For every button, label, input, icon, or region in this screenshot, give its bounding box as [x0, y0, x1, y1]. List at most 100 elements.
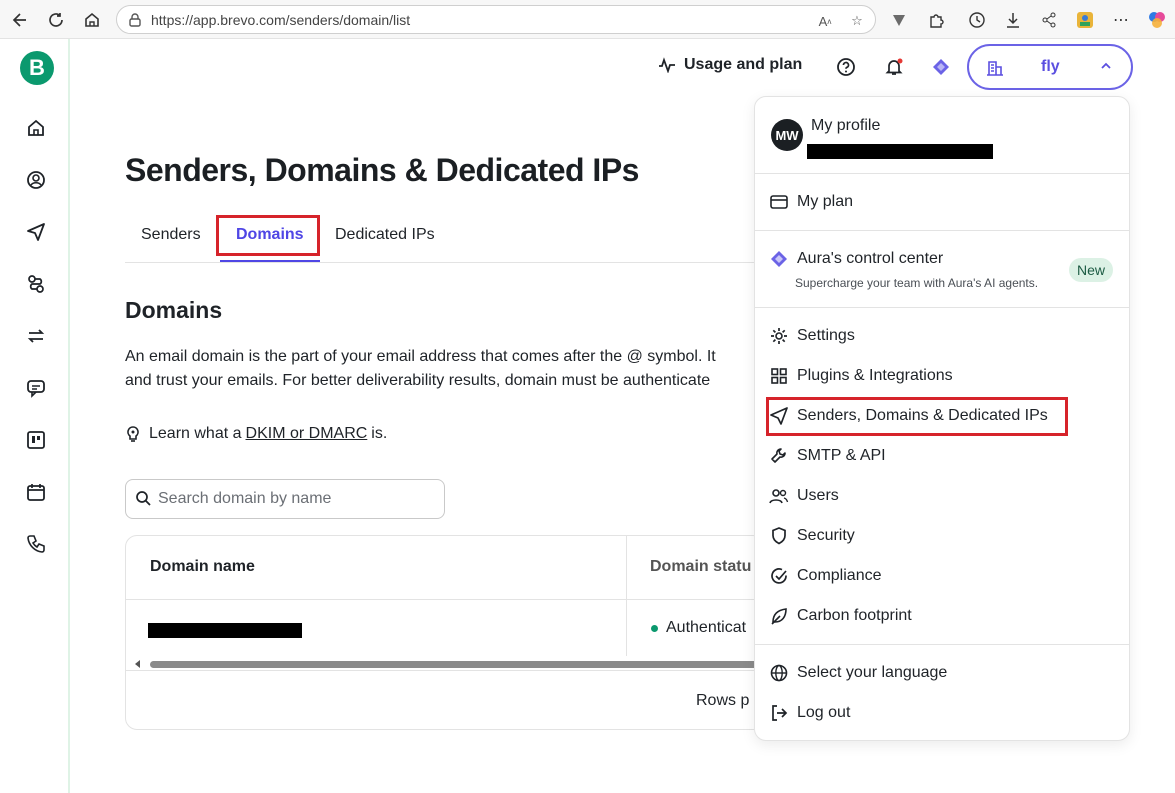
scrollbar-thumb[interactable]: [150, 661, 764, 668]
home-browser-icon[interactable]: [80, 8, 104, 32]
account-menu-button[interactable]: fly: [967, 44, 1133, 90]
shield-icon: [769, 526, 789, 546]
menu-divider: [755, 307, 1129, 308]
column-header-domain-name[interactable]: Domain name: [150, 558, 255, 576]
menu-divider: [755, 230, 1129, 231]
compliance-label: Compliance: [797, 567, 882, 584]
address-bar[interactable]: https://app.brevo.com/senders/domain/lis…: [116, 5, 876, 34]
avatar: MW: [771, 119, 803, 151]
header-divider: [126, 599, 764, 600]
read-aloud-icon[interactable]: Aʌ: [815, 12, 835, 30]
scroll-left-arrow-icon[interactable]: [134, 659, 142, 669]
menu-item-aura-control-center[interactable]: Aura's control center: [769, 248, 943, 270]
redacted-email: [807, 144, 993, 159]
meetings-icon[interactable]: [24, 480, 48, 504]
usage-and-plan-link[interactable]: Usage and plan: [658, 56, 802, 74]
tab-senders[interactable]: Senders: [141, 226, 201, 244]
reload-icon[interactable]: [44, 8, 68, 32]
menu-item-security[interactable]: Security: [769, 525, 855, 547]
aura-diamond-icon[interactable]: [930, 56, 952, 78]
url-text: https://app.brevo.com/senders/domain/lis…: [151, 12, 411, 28]
new-badge: New: [1069, 258, 1114, 282]
check-circle-icon: [769, 566, 789, 586]
brevo-logo[interactable]: B: [20, 51, 54, 85]
settings-label: Settings: [797, 327, 855, 344]
page-title: Senders, Domains & Dedicated IPs: [125, 152, 639, 188]
history-icon[interactable]: [966, 9, 988, 31]
aura-diamond-icon: [769, 249, 789, 269]
menu-item-select-language[interactable]: Select your language: [769, 662, 947, 684]
language-label: Select your language: [797, 664, 948, 681]
learn-prefix: Learn what a: [149, 425, 242, 442]
highlight-box-senders-menu: [766, 397, 1068, 436]
menu-item-carbon-footprint[interactable]: Carbon footprint: [769, 605, 912, 627]
account-name: fly: [1041, 58, 1060, 75]
app-sidebar: B: [0, 39, 70, 793]
domain-status-cell: Authenticat: [651, 619, 746, 637]
grid-icon: [769, 366, 789, 386]
highlight-box-domains-tab: [216, 215, 320, 256]
menu-item-my-plan[interactable]: My plan: [769, 191, 853, 213]
horizontal-scrollbar[interactable]: [134, 659, 764, 669]
redacted-domain-name: [148, 623, 302, 638]
account-dropdown-menu: MW My profile My plan Aura's control cen…: [754, 96, 1130, 741]
column-header-domain-status[interactable]: Domain statu: [650, 558, 751, 576]
more-menu-icon[interactable]: ⋯: [1110, 9, 1132, 31]
gear-icon: [769, 326, 789, 346]
menu-divider: [755, 644, 1129, 645]
rows-per-page-label: Rows p: [696, 692, 750, 709]
automations-icon[interactable]: [24, 272, 48, 296]
carbon-label: Carbon footprint: [797, 607, 912, 624]
security-label: Security: [797, 527, 855, 544]
share-icon[interactable]: [1038, 9, 1060, 31]
status-dot-icon: [651, 624, 658, 632]
conversations-icon[interactable]: [24, 376, 48, 400]
back-icon[interactable]: [8, 8, 32, 32]
credit-card-icon: [769, 192, 789, 212]
aura-subtitle: Supercharge your team with Aura's AI age…: [795, 276, 1039, 290]
browser-toolbar: https://app.brevo.com/senders/domain/lis…: [0, 0, 1175, 39]
menu-item-plugins-integrations[interactable]: Plugins & Integrations: [769, 365, 953, 387]
contacts-icon[interactable]: [24, 168, 48, 192]
dkim-dmarc-link[interactable]: DKIM or DMARC: [246, 425, 368, 443]
notifications-bell-icon[interactable]: [883, 56, 905, 78]
learn-suffix: is.: [371, 425, 388, 442]
menu-item-settings[interactable]: Settings: [769, 325, 855, 347]
help-icon[interactable]: [835, 56, 857, 78]
profile-extension-icon[interactable]: [1074, 9, 1096, 31]
copilot-icon[interactable]: [1146, 9, 1168, 31]
building-icon: [986, 59, 1004, 82]
globe-icon: [769, 663, 789, 683]
plugins-label: Plugins & Integrations: [797, 367, 953, 384]
extensions-puzzle-icon[interactable]: [925, 9, 947, 31]
search-input[interactable]: [158, 488, 438, 510]
home-icon[interactable]: [24, 116, 48, 140]
deals-icon[interactable]: [24, 428, 48, 452]
transactional-icon[interactable]: [24, 324, 48, 348]
tab-dedicated-ips[interactable]: Dedicated IPs: [335, 226, 435, 244]
menu-item-compliance[interactable]: Compliance: [769, 565, 881, 587]
chevron-up-icon: [1099, 59, 1113, 78]
leaf-icon: [769, 606, 789, 626]
footer-divider: [126, 670, 764, 671]
extension-v-icon[interactable]: [888, 9, 910, 31]
menu-item-log-out[interactable]: Log out: [769, 702, 850, 724]
column-divider: [626, 536, 627, 656]
phone-icon[interactable]: [24, 532, 48, 556]
domain-search-box[interactable]: [125, 479, 445, 519]
users-label: Users: [797, 487, 839, 504]
campaigns-icon[interactable]: [24, 220, 48, 244]
menu-item-smtp-api[interactable]: SMTP & API: [769, 445, 886, 467]
domain-status-text: Authenticat: [666, 619, 747, 636]
menu-item-users[interactable]: Users: [769, 485, 839, 507]
downloads-icon[interactable]: [1002, 9, 1024, 31]
active-tab-indicator: [220, 260, 320, 262]
smtp-label: SMTP & API: [797, 447, 886, 464]
lightbulb-icon: [127, 426, 139, 442]
section-title: Domains: [125, 297, 223, 323]
favorite-star-icon[interactable]: ☆: [847, 12, 867, 30]
learn-dkim-dmarc: Learn what a DKIM or DMARC is.: [125, 425, 387, 443]
my-profile-link[interactable]: My profile: [811, 117, 880, 135]
site-info-icon[interactable]: [127, 12, 143, 33]
search-icon: [135, 490, 151, 511]
